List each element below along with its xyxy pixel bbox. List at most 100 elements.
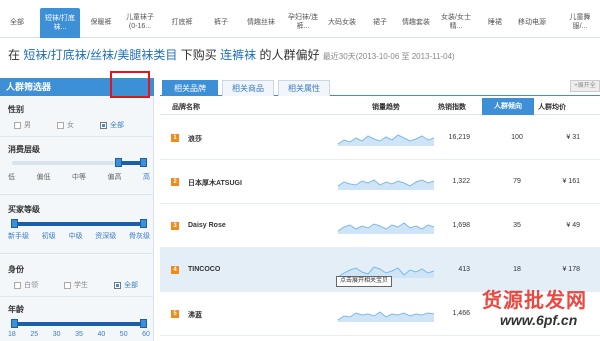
gender-options: 男 女 全部	[14, 120, 124, 130]
age-slider[interactable]	[11, 319, 147, 328]
rank-badge: 2	[171, 178, 179, 186]
category-tab[interactable]: 孕妇袜/连 裤...	[284, 9, 322, 35]
buyer-level-labels: 新手级 初级 中级 资深级 骨灰级	[8, 233, 150, 240]
heat-index-value: 1,322	[452, 178, 470, 185]
crowd-tilt-value: 79	[513, 178, 521, 185]
crowd-tilt-value: 100	[511, 134, 523, 141]
col-avg-price[interactable]: 人群均价	[538, 102, 566, 112]
rank-badge: 3	[171, 222, 179, 230]
slider-range-fill	[12, 322, 146, 326]
tab-related-products[interactable]: 相关商品	[222, 80, 274, 96]
tab-related-brands[interactable]: 相关品牌	[162, 80, 218, 96]
slider-handle-min[interactable]	[11, 219, 18, 228]
brand-name[interactable]: 日本厚木ATSUGI	[188, 178, 242, 188]
category-tab[interactable]: 全部	[0, 9, 34, 35]
divider	[0, 253, 154, 254]
buyer-level-title: 买家等级	[8, 205, 40, 214]
category-tab[interactable]: 裤子	[204, 9, 238, 35]
sales-trend-sparkline	[338, 266, 434, 278]
col-heat-index[interactable]: 热销指数	[438, 102, 466, 112]
avg-price-value: ¥ 31	[566, 134, 580, 141]
headline-prefix: 在	[8, 48, 21, 62]
heat-index-value: 1,466	[452, 310, 470, 317]
table-header: 品牌名称 销量趋势 热销指数 人群倾向 人群均价	[160, 98, 600, 115]
rank-badge: 1	[171, 134, 179, 142]
consumption-labels: 低 偏低 中等 偏高 高	[8, 174, 150, 181]
category-tab[interactable]: 睡裙	[480, 9, 510, 35]
col-sales-trend: 销量趋势	[372, 104, 400, 111]
category-tab[interactable]: 裙子	[364, 9, 396, 35]
category-tab[interactable]: 女装/女士 精...	[436, 9, 476, 35]
rank-badge: 4	[171, 266, 179, 274]
brand-name[interactable]: 浪莎	[188, 134, 202, 144]
result-tabs: 相关品牌 相关商品 相关属性 +展开全	[160, 78, 600, 96]
annotation-highlight-box	[110, 71, 150, 98]
radio-box	[14, 281, 21, 289]
category-tab[interactable]: 情趣丝袜	[242, 9, 280, 35]
avg-price-value: ¥ 49	[566, 222, 580, 229]
col-crowd-tilt[interactable]: 人群倾向	[482, 98, 534, 115]
category-tab[interactable]: 大码女装	[324, 9, 360, 35]
crowd-filter-panel: 人群筛选器 性别 男 女 全部 消费层级 低 偏低 中等 偏高 高 买家等级 新…	[0, 78, 154, 341]
identity-option-all[interactable]: 全部	[114, 280, 138, 290]
category-tab[interactable]: 儿童舞 服/...	[560, 9, 600, 35]
avg-price-value: ¥ 178	[562, 266, 580, 273]
slider-range-fill	[12, 222, 146, 226]
headline-product: 连裤袜	[220, 48, 257, 62]
category-tab[interactable]: 移动电源	[514, 9, 550, 35]
crowd-tilt-value: 35	[513, 222, 521, 229]
divider	[0, 136, 154, 137]
avg-price-value: ¥ 161	[562, 178, 580, 185]
category-tab[interactable]: 保暖裤	[84, 9, 118, 35]
divider	[0, 194, 154, 195]
expand-tooltip: 点击展开相关宝贝	[336, 276, 393, 287]
headline-category: 短袜/打底袜/丝袜/美腿袜类目	[23, 48, 178, 62]
page-headline: 在 短袜/打底袜/丝袜/美腿袜类目 下购买 连裤袜 的人群偏好 最近30天(20…	[8, 46, 598, 66]
identity-option-student[interactable]: 学生	[64, 280, 88, 290]
radio-box-checked	[100, 121, 107, 129]
category-tab[interactable]: 情趣套装	[398, 9, 434, 35]
slider-handle-max[interactable]	[140, 219, 147, 228]
sales-trend-sparkline	[338, 179, 434, 190]
rank-badge: 5	[171, 310, 179, 318]
heat-index-value: 413	[458, 266, 470, 273]
gender-option-male[interactable]: 男	[14, 120, 31, 130]
gender-option-all[interactable]: 全部	[100, 120, 124, 130]
category-tab[interactable]: 短袜/打底 袜...	[40, 8, 80, 38]
table-row[interactable]: 3 Daisy Rose 1,698 35 ¥ 49	[160, 204, 600, 248]
table-row[interactable]: 1 浪莎 16,219 100 ¥ 31	[160, 116, 600, 160]
slider-handle-max[interactable]	[140, 158, 147, 167]
category-nav: 全部 短袜/打底 袜... 保暖裤 儿童袜子 (0-16... 打底裤 裤子 情趣丝袜 孕妇袜…	[0, 0, 600, 38]
brand-name[interactable]: TINCOCO	[188, 266, 220, 273]
radio-box	[64, 281, 71, 289]
slider-handle-min[interactable]	[11, 319, 18, 328]
watermark-brand: 货源批发网	[482, 288, 587, 312]
headline-middle: 下购买	[180, 48, 217, 62]
consumption-slider[interactable]	[12, 158, 147, 167]
brand-name[interactable]: 沸蓝	[188, 310, 202, 320]
sales-trend-sparkline	[338, 134, 434, 146]
category-tab[interactable]: 儿童袜子 (0-16...	[120, 9, 160, 35]
crowd-tilt-value: 18	[513, 266, 521, 273]
divider	[0, 296, 154, 297]
heat-index-value: 16,219	[448, 134, 470, 141]
buyer-level-slider[interactable]	[11, 219, 147, 228]
identity-option-whitecollar[interactable]: 白领	[14, 280, 38, 290]
radio-box-checked	[114, 281, 121, 289]
col-brand-name: 品牌名称	[172, 104, 200, 111]
radio-box	[14, 121, 21, 129]
slider-handle-max[interactable]	[140, 319, 147, 328]
table-row[interactable]: 2 日本厚木ATSUGI 1,322 79 ¥ 161	[160, 160, 600, 204]
date-range: 最近30天(2013-10-06 至 2013-11-04)	[322, 52, 455, 61]
slider-handle-min[interactable]	[115, 158, 122, 167]
category-tab[interactable]: 打底裤	[164, 9, 200, 35]
sales-trend-sparkline	[338, 222, 434, 234]
radio-box	[57, 121, 64, 129]
age-labels: 18 25 30 35 40 50 60	[8, 331, 150, 338]
gender-option-female[interactable]: 女	[57, 120, 74, 130]
expand-all-button[interactable]: +展开全	[570, 80, 600, 92]
brand-name[interactable]: Daisy Rose	[188, 222, 226, 229]
heat-index-value: 1,698	[452, 222, 470, 229]
sales-trend-sparkline	[338, 311, 434, 322]
tab-related-attributes[interactable]: 相关属性	[278, 80, 330, 96]
